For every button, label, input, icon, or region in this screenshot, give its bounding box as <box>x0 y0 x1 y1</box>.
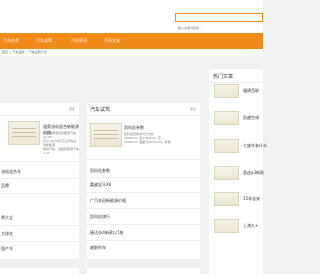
left-panel: 更多 道奥油电混合新能源价格 道奥油电混合新能源汽车12.98 万元-16.58… <box>0 103 79 259</box>
list-item[interactable]: 国产车 <box>1 246 13 252</box>
more-link[interactable]: 更多 <box>69 107 75 111</box>
article-title[interactable]: 福建西联 <box>243 88 259 94</box>
article-title[interactable]: 凯越空调 <box>243 115 259 121</box>
article-thumbnail[interactable] <box>214 139 239 153</box>
article-title[interactable]: 奥迪a3新款 <box>243 170 264 176</box>
lower-left-panel <box>0 268 79 274</box>
panel-title: 汽车试驾 <box>90 107 111 113</box>
list-item[interactable]: 捷达sk4新款以7座 <box>90 230 124 236</box>
hot-article-item[interactable]: 福建西联 <box>211 84 263 98</box>
featured-desc: 凯科丝轻客车尺寸为长 4990mm, 宽1790mm, 高 1945mm, 轴距… <box>124 132 171 144</box>
sidebar-title: 热门文章 <box>213 74 234 80</box>
featured-desc-line: 道奥油电混合新能源汽车12.98 <box>43 131 77 139</box>
lower-mid-panel <box>87 268 200 274</box>
nav-item-culture[interactable]: 汽车文化 <box>104 33 120 49</box>
article-title[interactable]: 上海九+ <box>243 223 258 229</box>
list-item[interactable]: 凯科丝参数 <box>90 168 110 174</box>
article-thumbnail[interactable] <box>214 192 239 206</box>
article-thumbnail[interactable] <box>214 219 239 233</box>
search-box[interactable] <box>175 13 264 32</box>
article-title[interactable]: 七座车有什么 <box>243 143 267 149</box>
more-link[interactable]: 更多 <box>190 107 196 111</box>
article-title[interactable]: 15年长安 <box>243 196 260 202</box>
list-item[interactable]: 油电混合车 <box>1 169 21 175</box>
top-header <box>0 0 264 33</box>
featured-thumbnail[interactable] <box>90 123 122 147</box>
breadcrumb: 首页 > 汽车品牌 > 汽车品牌大全 <box>0 49 263 56</box>
list-item[interactable]: 大排名 <box>1 231 13 237</box>
hot-article-item[interactable]: 七座车有什么 <box>211 139 267 153</box>
article-thumbnail[interactable] <box>214 111 239 125</box>
nav-item-news[interactable]: 汽车资讯 <box>71 33 87 49</box>
list-item[interactable]: 凯科丝旅行 <box>90 214 110 220</box>
hot-article-item[interactable]: 奥迪a3新款 <box>211 166 264 180</box>
featured-desc-line: 万元-16.58万元之间左右的新能源 <box>43 139 77 147</box>
list-item[interactable]: 品牌 <box>1 183 9 189</box>
test-drive-panel: 汽车试驾 更多 凯科丝参数 凯科丝轻客车尺寸为长 4990mm, 宽1790mm… <box>87 103 200 259</box>
main-nav: 汽车技术 汽车试驾 汽车资讯 汽车文化 <box>0 33 263 49</box>
hot-article-item[interactable]: 凯越空调 <box>211 111 263 125</box>
hot-article-item[interactable]: 上海九+ <box>211 219 263 233</box>
nav-item-tech[interactable]: 汽车技术 <box>3 33 19 49</box>
list-item[interactable]: 牌大全 <box>1 215 13 221</box>
featured-desc: 道奥油电混合新能源汽车12.98 万元-16.58万元之间左右的新能源 电动汽车… <box>43 131 79 155</box>
search-input[interactable] <box>176 24 264 32</box>
featured-desc-line: 1945mm, 轴距为2570mm。外观 <box>124 140 171 144</box>
list-item[interactable]: 广汽本田新能源价格 <box>90 198 126 204</box>
list-item[interactable]: 嘉越宝马X6 <box>90 182 111 188</box>
article-thumbnail[interactable] <box>214 166 239 180</box>
featured-desc-line: 电动汽车，道奥新能源汽车1.47 <box>43 147 80 155</box>
left-panel-header: 更多 <box>0 103 79 116</box>
hot-article-item[interactable]: 15年长安 <box>211 192 263 206</box>
test-drive-panel-header: 汽车试驾 更多 <box>87 103 200 116</box>
list-item[interactable]: 越野的车 <box>90 245 106 251</box>
nav-item-test-drive[interactable]: 汽车试驾 <box>36 33 52 49</box>
featured-thumbnail[interactable] <box>8 121 40 145</box>
featured-title[interactable]: 凯科丝参数 <box>124 125 144 131</box>
article-thumbnail[interactable] <box>214 84 239 98</box>
